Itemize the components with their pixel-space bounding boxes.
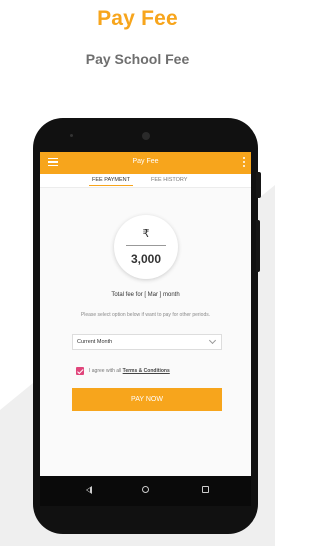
period-select[interactable]: Current Month xyxy=(72,334,222,350)
rupee-icon: ₹ xyxy=(142,228,150,240)
back-icon[interactable] xyxy=(86,486,92,494)
chevron-down-icon xyxy=(208,336,217,345)
tab-bar: FEE PAYMENT FEE HISTORY xyxy=(40,174,251,188)
pay-now-button[interactable]: PAY NOW xyxy=(72,388,222,411)
amount-divider xyxy=(126,245,166,246)
home-icon[interactable] xyxy=(142,486,149,493)
kebab-menu-icon[interactable] xyxy=(243,157,245,168)
fee-amount: 3,000 xyxy=(130,252,162,266)
agree-checkbox[interactable] xyxy=(76,367,84,375)
app-bar: Pay Fee xyxy=(40,152,251,174)
app-screen: Pay Fee FEE PAYMENT FEE HISTORY ₹ 3,000 … xyxy=(40,152,251,476)
phone-speaker xyxy=(142,132,150,140)
agree-label: I agree with all Terms & Conditions xyxy=(89,368,170,374)
terms-link[interactable]: Terms & Conditions xyxy=(123,368,170,374)
tab-fee-history[interactable]: FEE HISTORY xyxy=(151,177,187,183)
app-bar-title: Pay Fee xyxy=(132,158,159,165)
recent-apps-icon[interactable] xyxy=(202,486,209,493)
hero-subtitle: Pay School Fee xyxy=(85,51,190,67)
phone-volume-button xyxy=(256,220,260,272)
tab-fee-payment[interactable]: FEE PAYMENT xyxy=(89,177,133,186)
phone-side-button xyxy=(256,172,261,198)
total-fee-text: Total fee for [ Mar ] month xyxy=(111,292,180,298)
phone-camera xyxy=(70,134,73,137)
agree-prefix: I agree with all xyxy=(89,368,123,374)
period-hint-text: Please select option below if want to pa… xyxy=(80,312,211,318)
android-nav-bar xyxy=(40,476,251,506)
hero-title: Pay Fee xyxy=(97,7,178,30)
amount-circle: ₹ 3,000 xyxy=(114,215,178,279)
period-select-value: Current Month xyxy=(77,339,113,345)
